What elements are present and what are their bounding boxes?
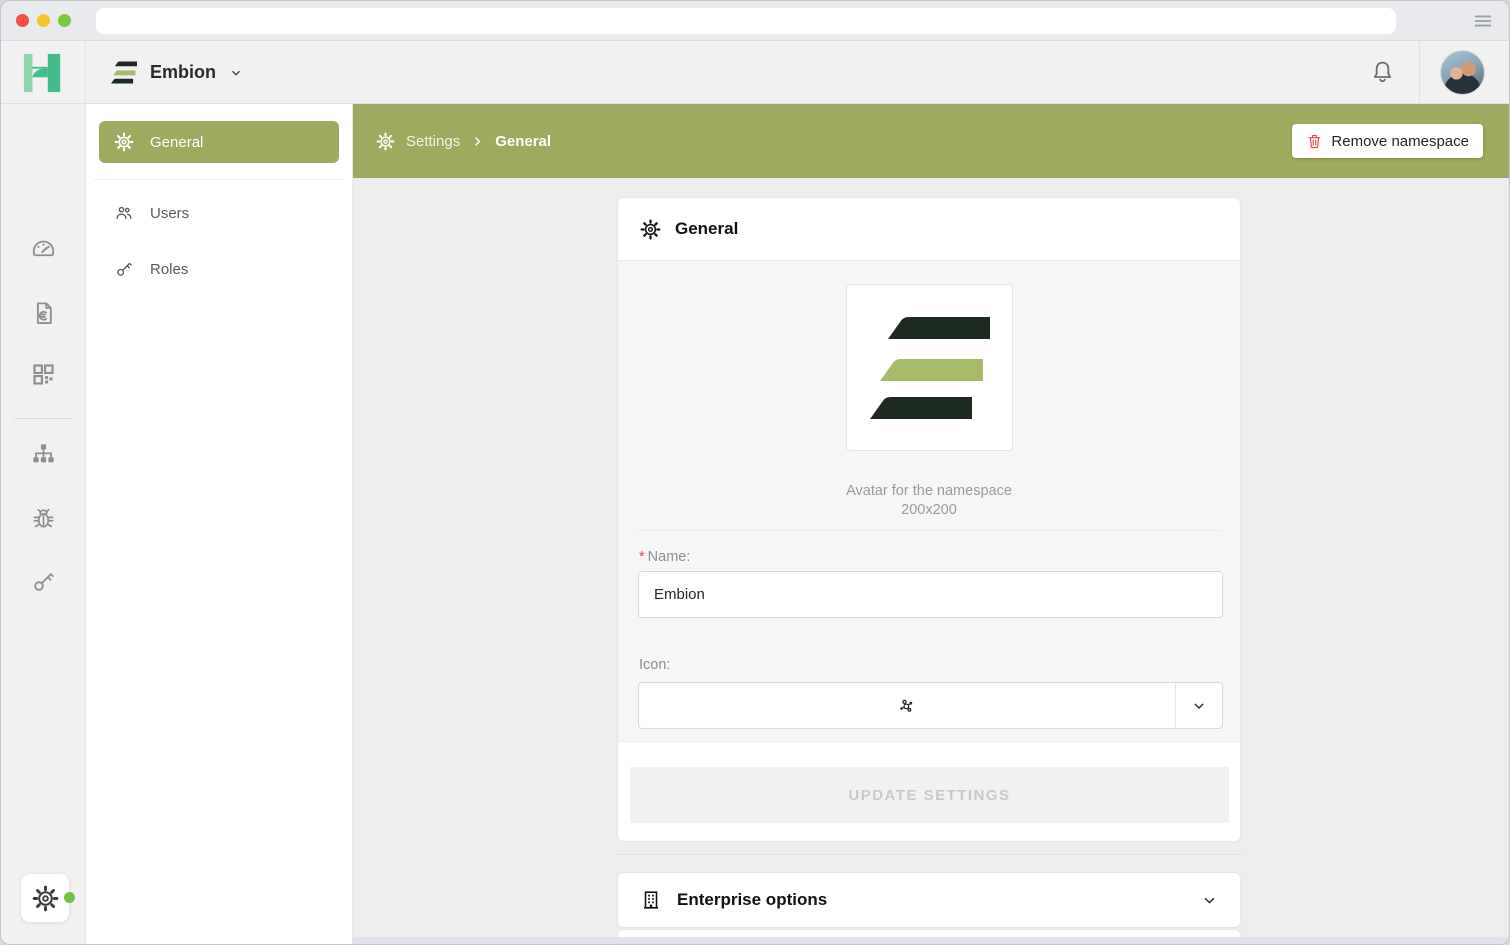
chevron-down-icon [1201, 892, 1218, 909]
chevron-down-icon [1191, 698, 1207, 714]
hamburger-icon[interactable] [1472, 10, 1494, 32]
avatar-caption-line2: 200x200 [618, 502, 1240, 518]
embion-logo-icon [870, 317, 990, 419]
breadcrumb-bar: Settings General Remove namespace [353, 104, 1509, 178]
minimize-window-button[interactable] [37, 14, 50, 27]
card-header: General [618, 198, 1240, 261]
section-divider [617, 854, 1241, 855]
sidebar-item-roles[interactable]: Roles [99, 248, 339, 290]
sidebar-divider [94, 179, 343, 180]
enterprise-options-panel[interactable]: Enterprise options [617, 872, 1241, 928]
scrollbar-track[interactable] [353, 937, 1509, 944]
building-icon [640, 889, 662, 911]
icon-select[interactable] [638, 682, 1223, 729]
required-marker: * [639, 549, 645, 565]
key-icon [114, 259, 134, 279]
main-content: Settings General Remove namespace Genera… [353, 104, 1509, 944]
name-field-label: *Name: [639, 549, 690, 565]
remove-namespace-button[interactable]: Remove namespace [1292, 124, 1483, 158]
key-icon[interactable] [30, 568, 57, 595]
navbar-divider [1419, 41, 1420, 104]
hub-network-icon [896, 695, 917, 716]
brand-h-logo-icon [20, 52, 66, 94]
bell-icon[interactable] [1369, 59, 1396, 86]
address-bar[interactable] [96, 8, 1396, 34]
breadcrumb: Settings General [376, 104, 551, 178]
name-input[interactable] [638, 571, 1223, 618]
icon-field-label: Icon: [639, 657, 670, 673]
brand-home-button[interactable] [1, 41, 86, 104]
browser-chrome [1, 1, 1509, 41]
namespace-name: Embion [150, 62, 216, 83]
rail-divider [14, 418, 72, 419]
breadcrumb-settings[interactable]: Settings [406, 133, 460, 150]
enterprise-options-title: Enterprise options [677, 890, 1186, 910]
app-window: Embion General Users Roles [0, 0, 1510, 945]
sidebar-item-label: General [150, 134, 203, 151]
settings-sidebar: General Users Roles [86, 104, 353, 944]
sidebar-item-users[interactable]: Users [99, 192, 339, 234]
general-settings-card: General Avatar for the namespace 200x200… [617, 197, 1241, 842]
gear-icon [32, 885, 59, 912]
card-footer: UPDATE SETTINGS [618, 741, 1240, 841]
users-icon [114, 203, 134, 223]
embion-logo-icon [111, 61, 137, 84]
namespace-avatar-preview[interactable] [846, 284, 1013, 451]
status-dot [64, 892, 75, 903]
sidebar-item-general[interactable]: General [99, 121, 339, 163]
bug-icon[interactable] [30, 505, 57, 532]
icon-rail [1, 104, 86, 944]
update-settings-button[interactable]: UPDATE SETTINGS [630, 767, 1229, 823]
dashboard-gauge-icon[interactable] [30, 235, 57, 262]
gear-icon [114, 132, 134, 152]
gear-icon [640, 219, 661, 240]
sidebar-item-label: Users [150, 205, 189, 222]
chevron-down-icon [229, 66, 243, 80]
avatar-caption-line1: Avatar for the namespace [618, 483, 1240, 499]
trash-icon [1306, 133, 1323, 150]
close-window-button[interactable] [16, 14, 29, 27]
settings-rail-button[interactable] [21, 874, 69, 922]
top-navbar: Embion [1, 41, 1509, 104]
user-avatar[interactable] [1440, 50, 1485, 95]
gear-icon [376, 132, 395, 151]
namespace-switcher[interactable]: Embion [111, 41, 243, 104]
card-body-divider [638, 530, 1220, 531]
qr-code-icon[interactable] [30, 361, 57, 388]
sidebar-item-label: Roles [150, 261, 188, 278]
icon-select-arrow[interactable] [1175, 683, 1222, 728]
remove-namespace-label: Remove namespace [1331, 133, 1469, 150]
chevron-right-icon [471, 135, 484, 148]
maximize-window-button[interactable] [58, 14, 71, 27]
icon-select-value [639, 683, 1174, 728]
card-title: General [675, 219, 738, 239]
document-euro-icon[interactable] [30, 300, 57, 327]
breadcrumb-current: General [495, 133, 551, 150]
sitemap-icon[interactable] [30, 441, 57, 468]
